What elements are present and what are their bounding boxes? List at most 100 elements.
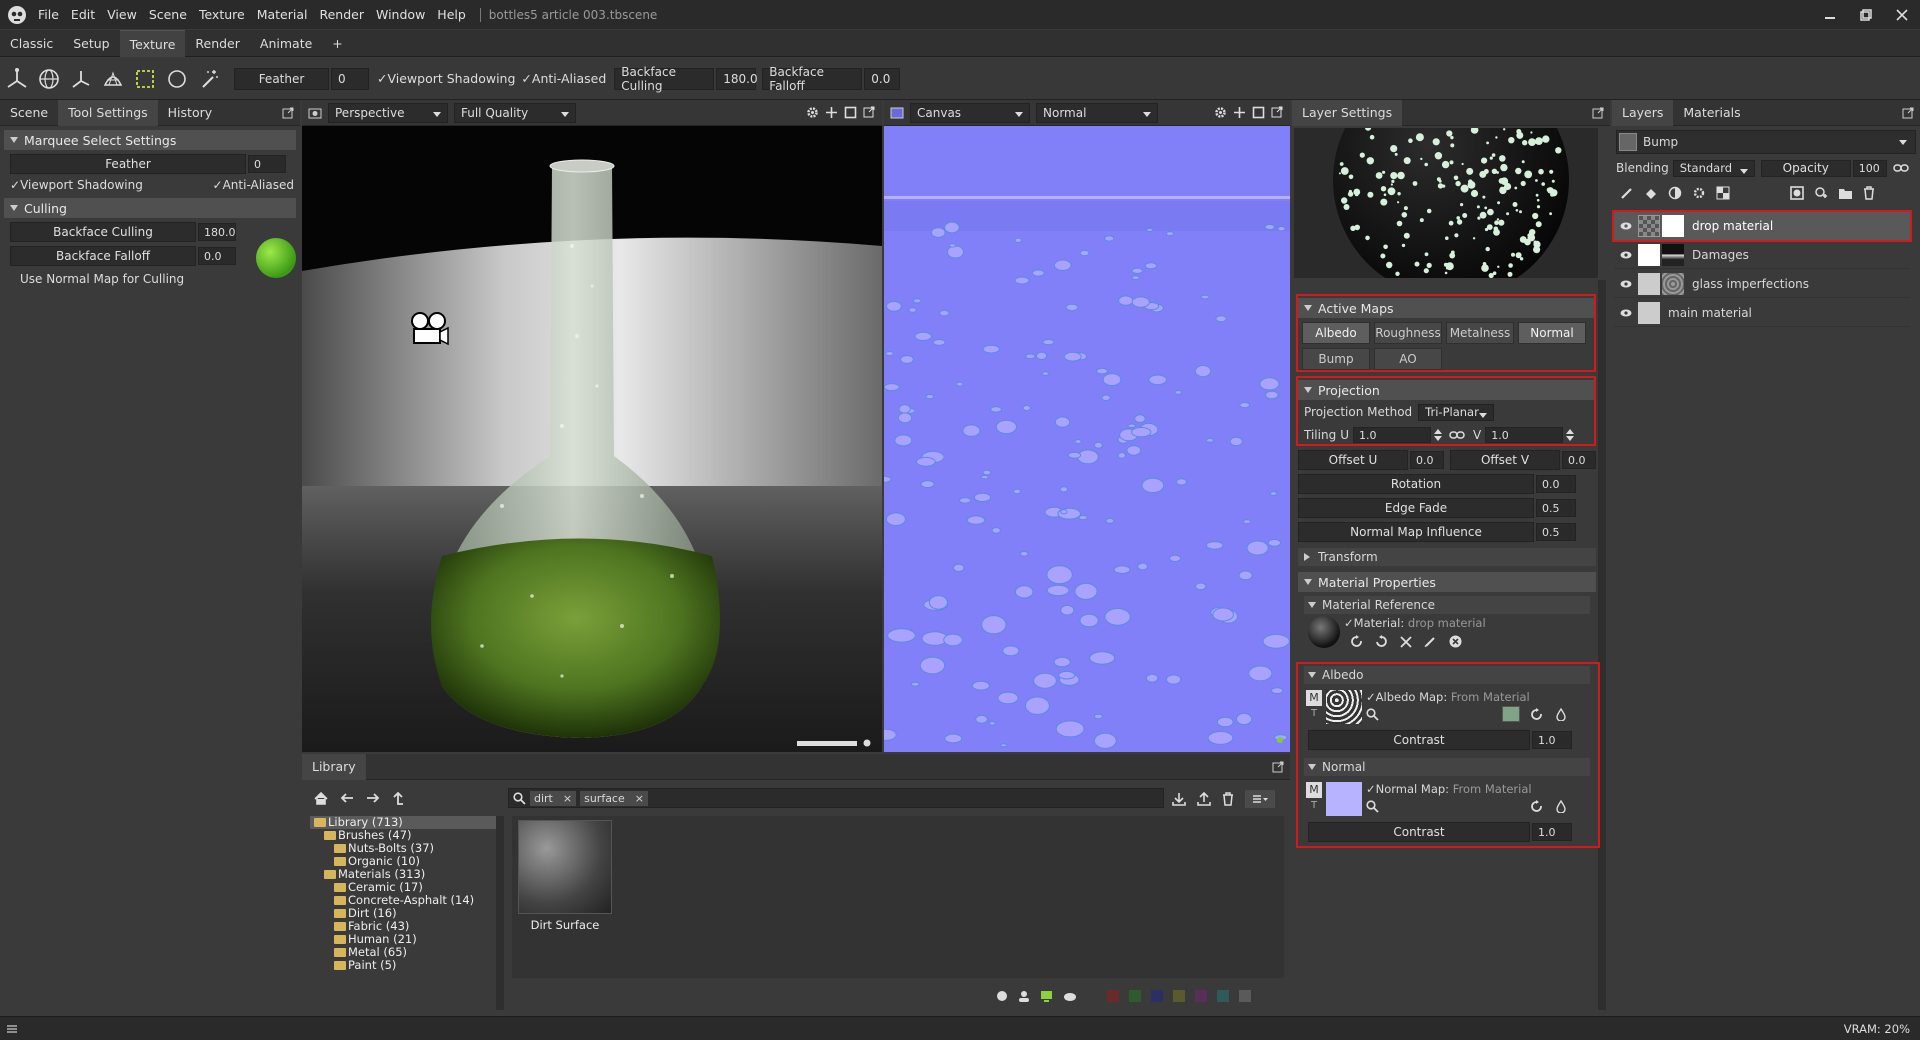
remove-tag-icon[interactable]: × bbox=[563, 792, 572, 805]
search-tag[interactable]: dirt × bbox=[530, 790, 577, 806]
transform-header[interactable]: Transform bbox=[1298, 548, 1596, 566]
transform-gizmo-icon[interactable] bbox=[2, 64, 32, 94]
home-icon[interactable] bbox=[314, 791, 328, 805]
pan-icon[interactable] bbox=[1233, 106, 1246, 119]
trash-icon[interactable] bbox=[1863, 186, 1875, 200]
camera-select[interactable]: Perspective bbox=[328, 102, 448, 123]
normal-map-thumbnail[interactable] bbox=[1326, 782, 1362, 816]
close-icon[interactable] bbox=[1884, 0, 1920, 29]
viewport-render[interactable] bbox=[302, 126, 882, 752]
layer-row-glass-imperfections[interactable]: glass imperfections bbox=[1614, 270, 1910, 298]
map-ao-toggle[interactable]: AO bbox=[1374, 348, 1442, 370]
mask-icon[interactable] bbox=[1790, 186, 1804, 200]
offset-v-input[interactable]: 0.0 bbox=[1562, 451, 1596, 469]
normal-header[interactable]: Normal bbox=[1304, 758, 1590, 776]
anti-aliased-checkbox[interactable]: ✓Anti-Aliased bbox=[213, 178, 294, 192]
up-folder-icon[interactable] bbox=[392, 791, 404, 805]
normal-map-checkbox[interactable]: ✓Normal Map: From Material bbox=[1366, 782, 1532, 796]
tree-scrollbar[interactable] bbox=[496, 816, 504, 1010]
albedo-color-swatch[interactable] bbox=[1502, 706, 1520, 722]
library-title[interactable]: Library bbox=[302, 753, 366, 780]
viewport-shadowing-checkbox[interactable]: ✓Viewport Shadowing bbox=[377, 71, 515, 86]
gear-icon[interactable] bbox=[806, 106, 819, 119]
duplicate-layer-icon[interactable] bbox=[1814, 186, 1828, 200]
marquee-select-icon[interactable] bbox=[130, 64, 160, 94]
channel-select[interactable]: Bump bbox=[1616, 130, 1916, 154]
library-search-input[interactable]: dirt × surface × bbox=[508, 788, 1164, 808]
reload-icon[interactable] bbox=[1375, 635, 1388, 648]
map-bump-toggle[interactable]: Bump bbox=[1302, 348, 1370, 370]
menu-window[interactable]: Window bbox=[376, 7, 425, 22]
tab-render[interactable]: Render bbox=[185, 30, 250, 57]
tab-classic[interactable]: Classic bbox=[0, 30, 63, 57]
minimize-icon[interactable] bbox=[1812, 0, 1848, 29]
forward-arrow-icon[interactable] bbox=[366, 792, 380, 804]
projection-header[interactable]: Projection bbox=[1298, 380, 1596, 400]
rotation-input[interactable]: 0.0 bbox=[1536, 475, 1576, 493]
undock-icon[interactable] bbox=[1902, 107, 1914, 119]
color-filter-red[interactable] bbox=[1107, 990, 1119, 1002]
invert-icon[interactable] bbox=[1556, 708, 1566, 721]
tiling-u-spinner[interactable] bbox=[1433, 428, 1443, 442]
back-arrow-icon[interactable] bbox=[340, 792, 354, 804]
tree-item-paint[interactable]: Paint (5) bbox=[310, 959, 500, 972]
material-thumbnail[interactable] bbox=[1308, 616, 1340, 648]
edge-fade-input[interactable]: 0.5 bbox=[1536, 499, 1576, 517]
marquee-settings-header[interactable]: Marquee Select Settings bbox=[4, 130, 296, 150]
paint-layer-icon[interactable] bbox=[1620, 186, 1634, 200]
export-icon[interactable] bbox=[1197, 792, 1211, 806]
view-options-button[interactable] bbox=[1245, 790, 1275, 808]
menu-help[interactable]: Help bbox=[437, 7, 466, 22]
normal-map-influence-input[interactable]: 0.5 bbox=[1536, 523, 1576, 541]
opacity-input[interactable]: 100 bbox=[1852, 159, 1887, 177]
map-metalness-toggle[interactable]: Metalness bbox=[1446, 322, 1514, 344]
pan-icon[interactable] bbox=[825, 106, 838, 119]
layer-mask-thumbnail[interactable] bbox=[1662, 243, 1684, 266]
culling-header[interactable]: Culling bbox=[4, 198, 296, 218]
edit-icon[interactable] bbox=[1424, 635, 1437, 648]
menu-icon[interactable] bbox=[6, 1024, 18, 1034]
magic-wand-icon[interactable] bbox=[194, 64, 224, 94]
adjustment-layer-icon[interactable] bbox=[1668, 186, 1682, 200]
tree-item-metal[interactable]: Metal (65) bbox=[310, 946, 500, 959]
search-tag[interactable]: surface × bbox=[580, 790, 648, 806]
material-properties-header[interactable]: Material Properties bbox=[1298, 572, 1596, 592]
texture-view-2d[interactable]: Canvas Normal bbox=[884, 100, 1290, 752]
tree-item-concrete-asphalt[interactable]: Concrete-Asphalt (14) bbox=[310, 894, 500, 907]
albedo-contrast-input[interactable]: 1.0 bbox=[1532, 731, 1572, 749]
viewport-shadowing-checkbox[interactable]: ✓Viewport Shadowing bbox=[10, 178, 143, 192]
gear-icon[interactable] bbox=[1214, 106, 1227, 119]
layer-row-main-material[interactable]: main material bbox=[1614, 299, 1910, 327]
menu-edit[interactable]: Edit bbox=[71, 7, 95, 22]
eye-icon[interactable] bbox=[1614, 251, 1638, 259]
albedo-map-checkbox[interactable]: ✓Albedo Map: From Material bbox=[1366, 690, 1530, 704]
layer-mask-thumbnail[interactable] bbox=[1662, 215, 1684, 237]
tiling-v-spinner[interactable] bbox=[1565, 428, 1575, 442]
layer-row-damages[interactable]: Damages bbox=[1614, 241, 1910, 269]
filter-monitor-icon[interactable] bbox=[1040, 990, 1053, 1002]
color-filter-gray[interactable] bbox=[1239, 990, 1251, 1002]
backface-culling-input[interactable]: 180.0 bbox=[198, 223, 236, 241]
checker-layer-icon[interactable] bbox=[1716, 186, 1730, 200]
albedo-map-thumbnail[interactable] bbox=[1326, 690, 1362, 724]
layer-settings-scrollbar[interactable] bbox=[1598, 280, 1606, 1010]
menu-view[interactable]: View bbox=[107, 7, 137, 22]
albedo-header[interactable]: Albedo bbox=[1304, 666, 1590, 684]
backface-falloff-input[interactable]: 0.0 bbox=[198, 247, 236, 265]
color-filter-purple[interactable] bbox=[1195, 990, 1207, 1002]
layer-row-drop-material[interactable]: drop material bbox=[1614, 212, 1910, 240]
tab-history[interactable]: History bbox=[158, 100, 222, 126]
blending-select[interactable]: Standard bbox=[1672, 159, 1755, 177]
undock-icon[interactable] bbox=[863, 106, 876, 119]
import-icon[interactable] bbox=[1172, 792, 1186, 806]
filter-cloud-icon[interactable] bbox=[1063, 991, 1077, 1001]
menu-texture[interactable]: Texture bbox=[199, 7, 245, 22]
mesh-select-icon[interactable] bbox=[98, 64, 128, 94]
image-icon[interactable] bbox=[890, 107, 904, 119]
use-normal-map-checkbox[interactable]: Use Normal Map for Culling bbox=[20, 272, 296, 286]
feather-input[interactable]: 0 bbox=[248, 155, 286, 173]
backface-culling-input[interactable]: 180.0 bbox=[716, 67, 758, 90]
view-mode-select[interactable]: Canvas bbox=[910, 102, 1030, 123]
albedo-t-button[interactable]: T bbox=[1306, 708, 1322, 722]
color-filter-olive[interactable] bbox=[1173, 990, 1185, 1002]
